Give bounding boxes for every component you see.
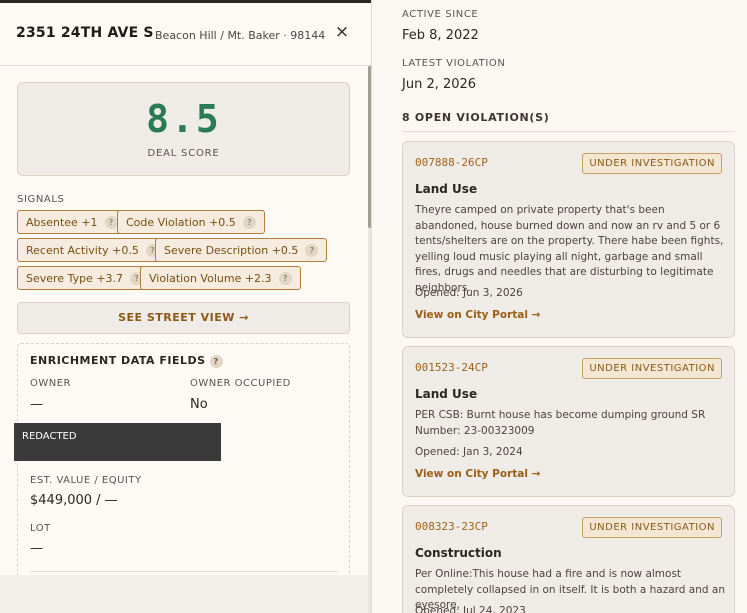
signal-chip-label: Severe Type +3.7 — [26, 271, 124, 285]
enrichment-divider — [30, 571, 338, 572]
violation-description: PER CSB: Burnt house has become dumping … — [415, 409, 706, 437]
owner-label: OWNER — [30, 378, 72, 389]
signal-chip-recent-activity[interactable]: Recent Activity +0.5? — [17, 238, 168, 262]
help-icon[interactable]: ? — [104, 215, 118, 229]
lot-value: — — [30, 541, 43, 556]
violation-opened-date: Opened: Jun 3, 2026 — [415, 287, 523, 299]
signal-chip-severe-description[interactable]: Severe Description +0.5? — [155, 238, 328, 262]
scrollbar-thumb[interactable] — [368, 66, 371, 228]
enrichment-title: ENRICHMENT DATA FIELDS? — [30, 354, 223, 368]
status-badge: UNDER INVESTIGATION — [582, 517, 722, 538]
close-icon[interactable]: × — [334, 22, 350, 42]
panel-bottom-bar — [0, 575, 368, 613]
violation-card: 001523-24CP UNDER INVESTIGATION Land Use… — [402, 346, 735, 497]
deal-score-value: 8.5 — [146, 97, 221, 141]
property-detail-panel: 2351 24TH AVE S Beacon Hill / Mt. Baker … — [0, 0, 372, 613]
panel-header: 2351 24TH AVE S Beacon Hill / Mt. Baker … — [0, 3, 371, 66]
signal-chip-label: Violation Volume +2.3 — [149, 271, 272, 285]
latest-violation-value: Jun 2, 2026 — [402, 77, 477, 92]
deal-score-label: DEAL SCORE — [147, 148, 220, 159]
active-since-label: ACTIVE SINCE — [402, 9, 479, 20]
owner-occupied-label: OWNER OCCUPIED — [190, 378, 291, 389]
signal-chip-code-violation[interactable]: Code Violation +0.5? — [117, 210, 265, 234]
est-value-label: EST. VALUE / EQUITY — [30, 475, 142, 486]
property-address: 2351 24TH AVE S — [16, 25, 154, 41]
violation-opened-date: Opened: Jan 3, 2024 — [415, 446, 523, 458]
open-violations-count: 8 OPEN VIOLATION(S) — [402, 111, 550, 124]
signal-chip-violation-volume[interactable]: Violation Volume +2.3? — [140, 266, 301, 290]
enrichment-data-section: ENRICHMENT DATA FIELDS? OWNER — OWNER OC… — [17, 343, 350, 613]
help-icon[interactable]: ? — [305, 243, 319, 257]
status-badge: UNDER INVESTIGATION — [582, 153, 722, 174]
help-icon[interactable]: ? — [278, 271, 292, 285]
redacted-block: REDACTED — [14, 423, 221, 461]
signals-label: SIGNALS — [17, 194, 65, 205]
violation-card: 007888-26CP UNDER INVESTIGATION Land Use… — [402, 141, 735, 338]
violation-type: Land Use — [415, 182, 478, 196]
signal-chip-label: Absentee +1 — [26, 215, 98, 229]
violations-panel: ACTIVE SINCE Feb 8, 2022 LATEST VIOLATIO… — [373, 0, 747, 613]
help-icon[interactable]: ? — [209, 354, 223, 368]
signal-chip-label: Severe Description +0.5 — [164, 243, 299, 257]
violation-type: Construction — [415, 546, 502, 560]
violation-card: 008323-23CP UNDER INVESTIGATION Construc… — [402, 505, 735, 613]
deal-score-card: 8.5 DEAL SCORE — [17, 82, 350, 176]
owner-occupied-value: No — [190, 397, 208, 412]
view-on-city-portal-link[interactable]: View on City Portal → — [415, 309, 540, 321]
est-value-value: $449,000 / — — [30, 493, 118, 508]
active-since-value: Feb 8, 2022 — [402, 28, 479, 43]
violation-type: Land Use — [415, 387, 478, 401]
violation-id: 007888-26CP — [415, 156, 488, 169]
neighborhood-zip: Beacon Hill / Mt. Baker · 98144 — [155, 29, 326, 42]
help-icon[interactable]: ? — [242, 215, 256, 229]
signal-chip-label: Recent Activity +0.5 — [26, 243, 139, 257]
section-divider — [402, 131, 735, 132]
violation-opened-date: Opened: Jul 24, 2023 — [415, 605, 526, 613]
signal-chip-absentee[interactable]: Absentee +1? — [17, 210, 127, 234]
view-on-city-portal-link[interactable]: View on City Portal → — [415, 468, 540, 480]
lot-label: LOT — [30, 523, 51, 534]
signal-chip-label: Code Violation +0.5 — [126, 215, 236, 229]
owner-value: — — [30, 397, 43, 412]
violation-id: 008323-23CP — [415, 520, 488, 533]
status-badge: UNDER INVESTIGATION — [582, 358, 722, 379]
violation-description: Theyre camped on private property that's… — [415, 204, 724, 294]
latest-violation-label: LATEST VIOLATION — [402, 58, 506, 69]
enrichment-title-text: ENRICHMENT DATA FIELDS — [30, 354, 206, 367]
signal-chip-severe-type[interactable]: Severe Type +3.7? — [17, 266, 153, 290]
violation-id: 001523-24CP — [415, 361, 488, 374]
see-street-view-button[interactable]: SEE STREET VIEW → — [17, 302, 350, 334]
